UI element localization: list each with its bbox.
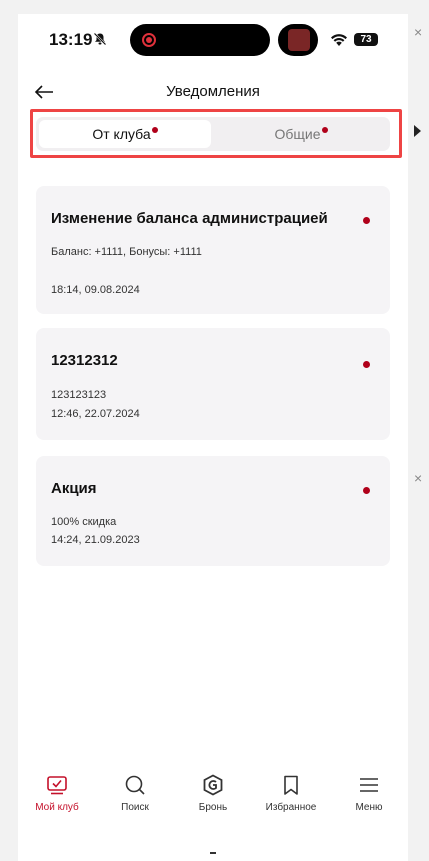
notification-text: Баланс: +1111, Бонусы: +1111: [51, 246, 202, 258]
unread-dot-icon: [363, 217, 370, 224]
notification-title: 12312312: [51, 352, 118, 369]
recording-icon: [142, 33, 156, 47]
unread-dot-icon: [363, 361, 370, 368]
notification-card[interactable]: Акция 100% скидка 14:24, 21.09.2023: [36, 456, 390, 566]
unread-dot-icon: [151, 127, 158, 133]
nav-booking[interactable]: Бронь: [174, 774, 252, 813]
live-activity-bubble: [278, 24, 318, 56]
nav-search[interactable]: Поиск: [96, 774, 174, 813]
notification-card[interactable]: Изменение баланса администрацией Баланс:…: [36, 186, 390, 314]
menu-icon: [360, 778, 378, 792]
side-close-icon[interactable]: ×: [414, 24, 422, 40]
nav-menu[interactable]: Меню: [330, 774, 408, 813]
nav-my-club-label: Мой клуб: [35, 802, 79, 813]
phone-screen: 13:19 73 Уведомления От клуба Общие Изме…: [18, 14, 408, 861]
notification-title: Акция: [51, 480, 97, 497]
notification-date: 12:46, 22.07.2024: [51, 408, 140, 420]
club-icon: [47, 776, 67, 795]
tab-general-label: Общие: [274, 126, 321, 142]
notification-title: Изменение баланса администрацией: [51, 210, 328, 227]
status-bar: 13:19 73: [18, 14, 408, 68]
bell-off-icon: [93, 32, 107, 46]
nav-my-club[interactable]: Мой клуб: [18, 774, 96, 813]
home-indicator: [210, 852, 216, 854]
nav-menu-label: Меню: [355, 802, 383, 813]
bookmark-icon: [284, 775, 298, 795]
notification-text: 123123123: [51, 389, 107, 401]
app-thumbnail-icon: [288, 29, 310, 51]
battery-indicator: 73: [354, 33, 378, 46]
notification-text: 100% скидка: [51, 516, 117, 528]
search-icon: [125, 775, 145, 795]
booking-icon: [203, 774, 223, 796]
tab-general[interactable]: Общие: [215, 120, 387, 148]
bottom-nav: Мой клуб Поиск Бронь Избранное Меню: [18, 774, 408, 826]
notification-date: 18:14, 09.08.2024: [51, 284, 140, 296]
side-expand-arrow-icon[interactable]: [414, 125, 421, 137]
tab-switcher: От клуба Общие: [36, 117, 390, 151]
nav-search-label: Поиск: [121, 802, 149, 813]
nav-booking-label: Бронь: [198, 802, 228, 813]
side-close-icon-lower[interactable]: ×: [414, 470, 422, 486]
wifi-icon: [331, 34, 347, 46]
notification-date: 14:24, 21.09.2023: [51, 534, 140, 546]
unread-dot-icon: [321, 127, 328, 133]
notification-card[interactable]: 12312312 123123123 12:46, 22.07.2024: [36, 328, 390, 440]
unread-dot-icon: [363, 487, 370, 494]
header: Уведомления: [18, 76, 408, 108]
tab-from-club[interactable]: От клуба: [39, 120, 211, 148]
dynamic-island: [130, 24, 270, 56]
nav-favorites-label: Избранное: [265, 802, 317, 813]
status-time: 13:19: [49, 30, 93, 49]
tab-from-club-label: От клуба: [92, 126, 151, 142]
page-title: Уведомления: [166, 83, 260, 100]
nav-favorites[interactable]: Избранное: [252, 774, 330, 813]
